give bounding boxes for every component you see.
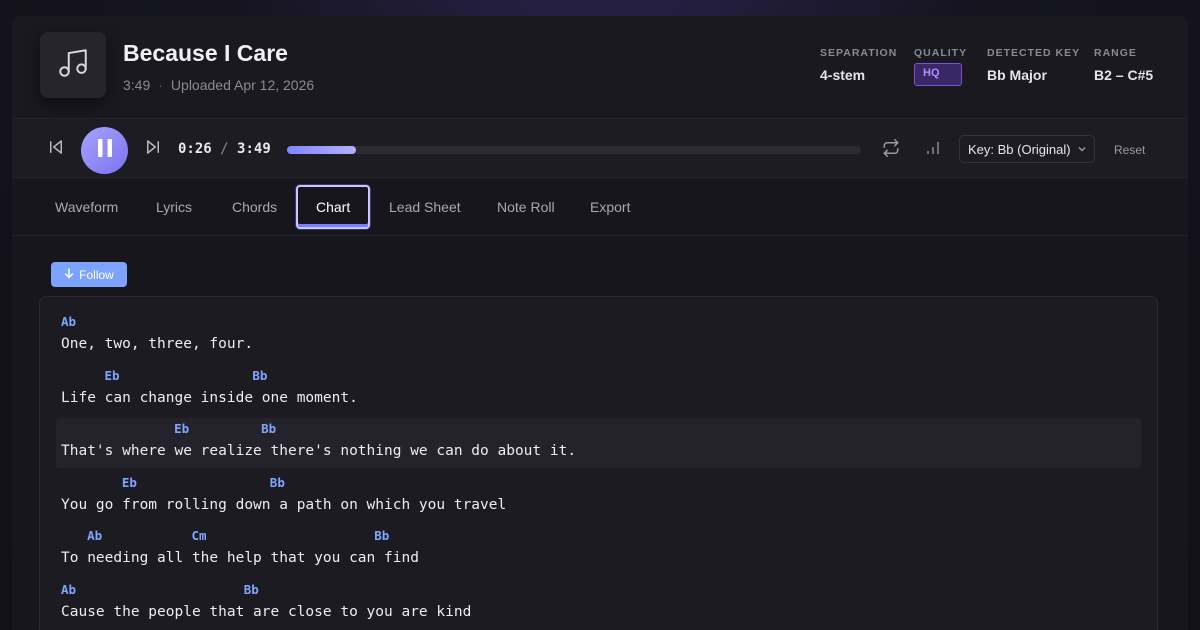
upload-date: Uploaded Apr 12, 2026 [170,77,315,93]
chord-chart-sheet: Ab One, two, three, four. Eb Bb Life can cha… [39,296,1158,630]
follow-button[interactable]: Follow [51,262,127,287]
chord-label[interactable]: Bb [270,475,285,490]
separation-label: SEPARATION [820,47,898,59]
track-duration: 3:49 [123,77,151,93]
music-note-icon [56,46,90,85]
key-select-value: Key: Bb (Original) [968,141,1071,157]
subline-separator: · [158,77,163,93]
chord-label[interactable]: Bb [252,368,267,383]
chord-label[interactable]: Ab [87,528,102,543]
chord-label[interactable]: Cm [192,528,207,543]
pause-icon [96,138,114,163]
transport-bar: 0:26 / 3:49 Key: Bb (Original) Reset [12,118,1188,178]
repeat-button[interactable] [881,138,901,162]
lyric-line: You go from rolling down a path on which… [61,496,507,513]
tab-chords[interactable]: Chords [232,199,277,215]
quality-label: QUALITY [914,47,968,59]
lyric-line: Cause the people that are close to you a… [61,603,472,620]
detected-key-meta: DETECTED KEY Bb Major [987,47,1080,83]
tab-note-roll[interactable]: Note Roll [497,199,555,215]
chord-label[interactable]: Bb [374,528,389,543]
tab-lead-sheet[interactable]: Lead Sheet [389,199,461,215]
chord-label[interactable]: Ab [61,314,76,329]
lyric-line: One, two, three, four. [61,336,254,352]
level-icon [926,141,940,160]
chord-label[interactable]: Eb [105,368,120,383]
repeat-icon [882,138,900,162]
track-subline: 3:49 · Uploaded Apr 12, 2026 [123,77,314,93]
detected-key-label: DETECTED KEY [987,47,1081,59]
tab-lyrics[interactable]: Lyrics [156,199,192,215]
app-window: Because I Care 3:49 · Uploaded Apr 12, 2… [12,16,1188,630]
time-separator: / [220,141,229,157]
album-art [40,32,106,98]
tab-waveform[interactable]: Waveform [55,199,118,215]
progress-bar[interactable] [287,146,861,154]
lyric-line: Life can change inside one moment. [61,389,358,406]
pause-button[interactable] [81,127,128,174]
range-value: B2 – C#5 [1094,67,1154,83]
current-time: 0:26 [178,141,212,157]
range-label: RANGE [1094,47,1137,59]
reset-button[interactable]: Reset [1114,143,1145,157]
separation-meta: SEPARATION 4-stem [820,47,897,83]
progress-fill [287,146,356,154]
chord-label[interactable]: Eb [122,475,137,490]
track-title: Because I Care [123,40,288,66]
quality-meta: QUALITY HQ [914,47,967,86]
skip-back-icon [47,138,65,161]
follow-label: Follow [79,267,114,282]
chord-label[interactable]: Ab [61,582,76,597]
skip-forward-icon [144,138,162,161]
key-select[interactable]: Key: Bb (Original) [959,135,1095,163]
total-time: 3:49 [237,141,271,157]
chord-label[interactable]: Eb [174,421,189,436]
separation-value: 4-stem [820,67,866,83]
chevron-down-icon [1077,142,1087,157]
level-button[interactable] [924,141,942,159]
view-tabs: Waveform Lyrics Chords Chart Lead Sheet … [12,179,1188,236]
chord-label[interactable]: Bb [244,582,259,597]
range-meta: RANGE B2 – C#5 [1094,47,1153,83]
arrow-down-icon [64,267,74,282]
quality-badge: HQ [914,63,962,86]
skip-back-button[interactable] [46,139,66,159]
detected-key-value: Bb Major [987,67,1047,83]
tab-chart[interactable]: Chart [296,185,371,229]
playback-time: 0:26 / 3:49 [178,141,271,157]
track-header: Because I Care 3:49 · Uploaded Apr 12, 2… [12,16,1188,118]
skip-forward-button[interactable] [143,139,163,159]
lyric-line: To needing all the help that you can fin… [61,550,419,566]
lyric-line: That's where we realize there's nothing … [61,443,577,459]
tab-export[interactable]: Export [590,199,630,215]
chord-label[interactable]: Bb [261,421,276,436]
